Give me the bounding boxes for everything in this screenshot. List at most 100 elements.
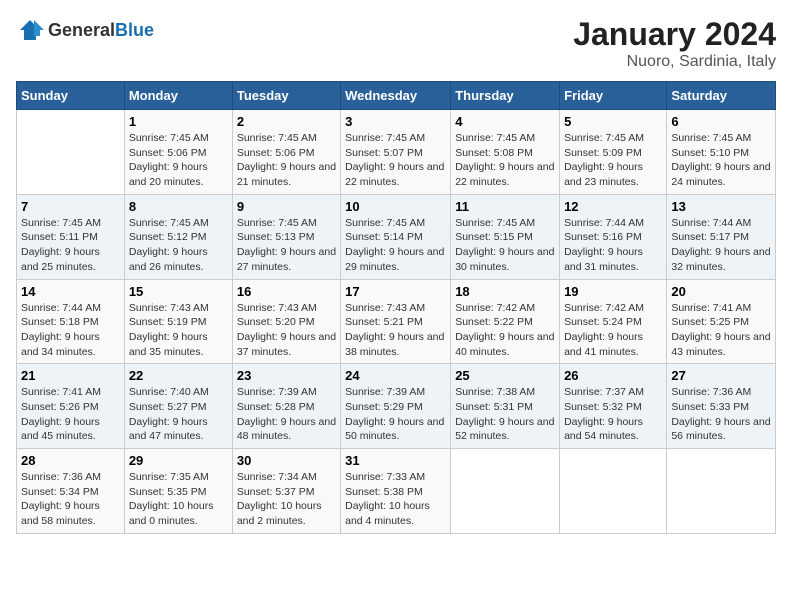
day-number: 27 (671, 368, 771, 383)
calendar-cell: 30Sunrise: 7:34 AMSunset: 5:37 PMDayligh… (232, 449, 340, 534)
day-number: 7 (21, 199, 120, 214)
day-number: 13 (671, 199, 771, 214)
day-detail: Sunrise: 7:45 AMSunset: 5:15 PMDaylight:… (455, 216, 555, 275)
day-detail: Sunrise: 7:41 AMSunset: 5:25 PMDaylight:… (671, 301, 771, 360)
calendar-cell: 22Sunrise: 7:40 AMSunset: 5:27 PMDayligh… (124, 364, 232, 449)
day-detail: Sunrise: 7:34 AMSunset: 5:37 PMDaylight:… (237, 470, 336, 529)
day-detail: Sunrise: 7:36 AMSunset: 5:33 PMDaylight:… (671, 385, 771, 444)
day-detail: Sunrise: 7:44 AMSunset: 5:17 PMDaylight:… (671, 216, 771, 275)
day-number: 25 (455, 368, 555, 383)
day-number: 18 (455, 284, 555, 299)
day-detail: Sunrise: 7:45 AMSunset: 5:06 PMDaylight:… (129, 131, 228, 190)
week-row-2: 7Sunrise: 7:45 AMSunset: 5:11 PMDaylight… (17, 194, 776, 279)
day-detail: Sunrise: 7:40 AMSunset: 5:27 PMDaylight:… (129, 385, 228, 444)
day-number: 2 (237, 114, 336, 129)
title-area: January 2024 Nuoro, Sardinia, Italy (573, 16, 776, 71)
calendar-cell: 27 Sunrise: 7:36 AMSunset: 5:33 PMDayligh… (667, 364, 776, 449)
calendar-cell: 20 Sunrise: 7:41 AMSunset: 5:25 PMDayligh… (667, 279, 776, 364)
day-number: 19 (564, 284, 662, 299)
calendar-cell: 14 Sunrise: 7:44 AMSunset: 5:18 PMDayligh… (17, 279, 125, 364)
day-detail: Sunrise: 7:35 AMSunset: 5:35 PMDaylight:… (129, 470, 228, 529)
day-detail: Sunrise: 7:39 AMSunset: 5:28 PMDaylight:… (237, 385, 336, 444)
calendar-cell: 7Sunrise: 7:45 AMSunset: 5:11 PMDaylight… (17, 194, 125, 279)
day-number: 5 (564, 114, 662, 129)
day-number: 15 (129, 284, 228, 299)
day-detail: Sunrise: 7:43 AMSunset: 5:21 PMDaylight:… (345, 301, 446, 360)
calendar-cell: 19 Sunrise: 7:42 AMSunset: 5:24 PMDayligh… (560, 279, 667, 364)
day-number: 8 (129, 199, 228, 214)
day-detail: Sunrise: 7:45 AMSunset: 5:07 PMDaylight:… (345, 131, 446, 190)
header-day-monday: Monday (124, 82, 232, 110)
calendar-cell: 2 Sunrise: 7:45 AMSunset: 5:06 PMDaylight… (232, 110, 340, 195)
day-number: 29 (129, 453, 228, 468)
day-number: 20 (671, 284, 771, 299)
calendar-cell: 29 Sunrise: 7:35 AMSunset: 5:35 PMDayligh… (124, 449, 232, 534)
header: GeneralBlue January 2024 Nuoro, Sardinia… (16, 16, 776, 71)
calendar-cell: 9 Sunrise: 7:45 AMSunset: 5:13 PMDaylight… (232, 194, 340, 279)
calendar-cell: 24Sunrise: 7:39 AMSunset: 5:29 PMDayligh… (341, 364, 451, 449)
calendar-cell (17, 110, 125, 195)
header-day-thursday: Thursday (451, 82, 560, 110)
week-row-1: 1Sunrise: 7:45 AMSunset: 5:06 PMDaylight… (17, 110, 776, 195)
day-number: 9 (237, 199, 336, 214)
calendar-cell: 13 Sunrise: 7:44 AMSunset: 5:17 PMDayligh… (667, 194, 776, 279)
day-number: 26 (564, 368, 662, 383)
calendar-cell: 21Sunrise: 7:41 AMSunset: 5:26 PMDayligh… (17, 364, 125, 449)
header-day-sunday: Sunday (17, 82, 125, 110)
sub-title: Nuoro, Sardinia, Italy (573, 53, 776, 71)
day-number: 21 (21, 368, 120, 383)
calendar-cell: 18Sunrise: 7:42 AMSunset: 5:22 PMDayligh… (451, 279, 560, 364)
day-number: 10 (345, 199, 446, 214)
day-number: 24 (345, 368, 446, 383)
logo-icon (16, 16, 44, 44)
day-number: 3 (345, 114, 446, 129)
day-detail: Sunrise: 7:45 AMSunset: 5:10 PMDaylight:… (671, 131, 771, 190)
day-detail: Sunrise: 7:38 AMSunset: 5:31 PMDaylight:… (455, 385, 555, 444)
day-detail: Sunrise: 7:45 AMSunset: 5:09 PMDaylight:… (564, 131, 662, 190)
calendar-cell: 10Sunrise: 7:45 AMSunset: 5:14 PMDayligh… (341, 194, 451, 279)
week-row-5: 28 Sunrise: 7:36 AMSunset: 5:34 PMDayligh… (17, 449, 776, 534)
logo-text: GeneralBlue (48, 20, 154, 41)
day-detail: Sunrise: 7:45 AMSunset: 5:06 PMDaylight:… (237, 131, 336, 190)
header-day-saturday: Saturday (667, 82, 776, 110)
day-detail: Sunrise: 7:36 AMSunset: 5:34 PMDaylight:… (21, 470, 120, 529)
day-number: 12 (564, 199, 662, 214)
main-title: January 2024 (573, 16, 776, 53)
calendar-cell: 28 Sunrise: 7:36 AMSunset: 5:34 PMDayligh… (17, 449, 125, 534)
day-number: 23 (237, 368, 336, 383)
logo: GeneralBlue (16, 16, 154, 44)
day-detail: Sunrise: 7:45 AMSunset: 5:08 PMDaylight:… (455, 131, 555, 190)
calendar-cell: 1Sunrise: 7:45 AMSunset: 5:06 PMDaylight… (124, 110, 232, 195)
day-detail: Sunrise: 7:42 AMSunset: 5:24 PMDaylight:… (564, 301, 662, 360)
header-row: SundayMondayTuesdayWednesdayThursdayFrid… (17, 82, 776, 110)
day-number: 14 (21, 284, 120, 299)
week-row-4: 21Sunrise: 7:41 AMSunset: 5:26 PMDayligh… (17, 364, 776, 449)
calendar-cell: 12 Sunrise: 7:44 AMSunset: 5:16 PMDayligh… (560, 194, 667, 279)
day-detail: Sunrise: 7:44 AMSunset: 5:16 PMDaylight:… (564, 216, 662, 275)
calendar-cell: 26Sunrise: 7:37 AMSunset: 5:32 PMDayligh… (560, 364, 667, 449)
calendar-cell: 5 Sunrise: 7:45 AMSunset: 5:09 PMDaylight… (560, 110, 667, 195)
day-number: 4 (455, 114, 555, 129)
calendar-cell: 16 Sunrise: 7:43 AMSunset: 5:20 PMDayligh… (232, 279, 340, 364)
week-row-3: 14 Sunrise: 7:44 AMSunset: 5:18 PMDayligh… (17, 279, 776, 364)
day-detail: Sunrise: 7:44 AMSunset: 5:18 PMDaylight:… (21, 301, 120, 360)
day-number: 11 (455, 199, 555, 214)
day-detail: Sunrise: 7:43 AMSunset: 5:20 PMDaylight:… (237, 301, 336, 360)
calendar-cell: 4 Sunrise: 7:45 AMSunset: 5:08 PMDaylight… (451, 110, 560, 195)
day-detail: Sunrise: 7:33 AMSunset: 5:38 PMDaylight:… (345, 470, 446, 529)
day-detail: Sunrise: 7:43 AMSunset: 5:19 PMDaylight:… (129, 301, 228, 360)
header-day-tuesday: Tuesday (232, 82, 340, 110)
day-number: 28 (21, 453, 120, 468)
calendar-cell: 6Sunrise: 7:45 AMSunset: 5:10 PMDaylight… (667, 110, 776, 195)
day-detail: Sunrise: 7:45 AMSunset: 5:13 PMDaylight:… (237, 216, 336, 275)
day-number: 16 (237, 284, 336, 299)
calendar-cell: 17Sunrise: 7:43 AMSunset: 5:21 PMDayligh… (341, 279, 451, 364)
logo-general: General (48, 20, 115, 40)
header-day-friday: Friday (560, 82, 667, 110)
calendar-cell: 8 Sunrise: 7:45 AMSunset: 5:12 PMDaylight… (124, 194, 232, 279)
calendar-cell: 23 Sunrise: 7:39 AMSunset: 5:28 PMDayligh… (232, 364, 340, 449)
calendar-cell: 11 Sunrise: 7:45 AMSunset: 5:15 PMDayligh… (451, 194, 560, 279)
day-detail: Sunrise: 7:45 AMSunset: 5:12 PMDaylight:… (129, 216, 228, 275)
logo-blue: Blue (115, 20, 154, 40)
header-day-wednesday: Wednesday (341, 82, 451, 110)
